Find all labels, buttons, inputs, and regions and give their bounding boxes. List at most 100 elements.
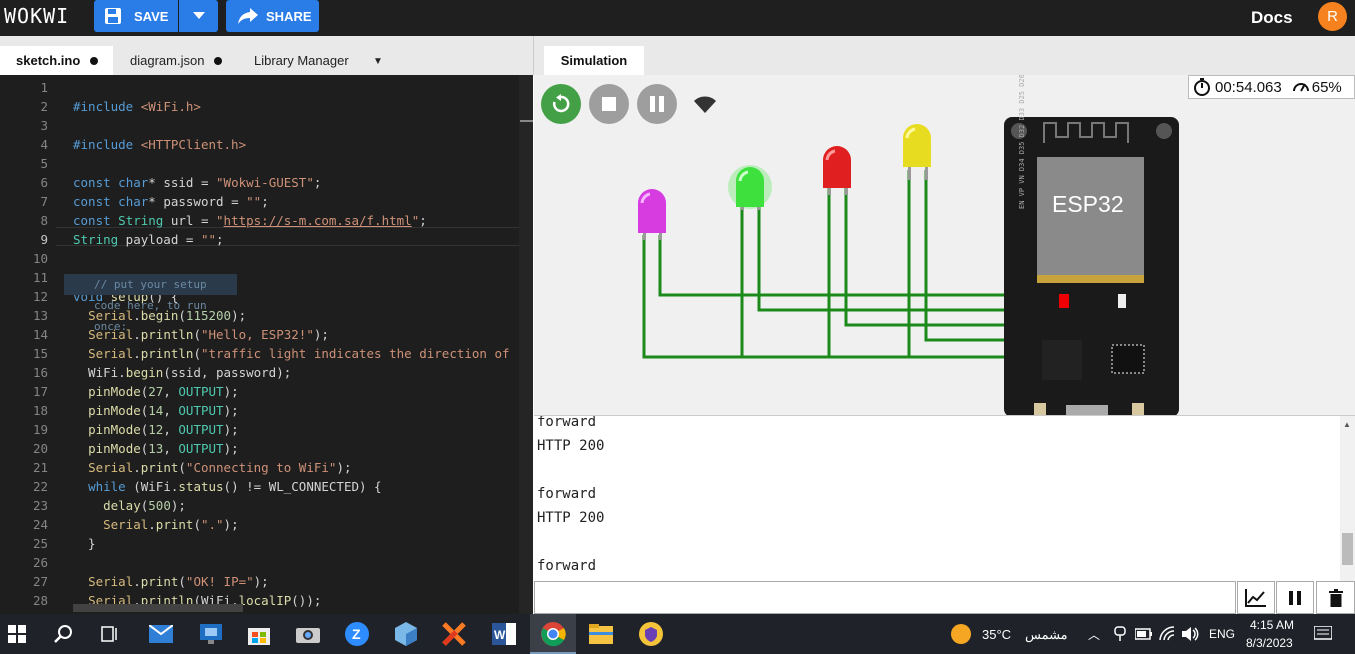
language-indicator[interactable]: ENG <box>1209 627 1235 641</box>
pause-icon <box>1289 590 1301 605</box>
tab-sketch-ino[interactable]: sketch.ino <box>0 46 113 75</box>
weather-temp[interactable]: 35°C <box>982 627 1011 642</box>
tab-diagram-json[interactable]: diagram.json <box>116 46 240 75</box>
code-line[interactable]: #include <WiFi.h> <box>73 97 201 116</box>
word-icon[interactable]: W <box>490 620 518 648</box>
store-icon[interactable] <box>245 620 273 648</box>
simulation-canvas[interactable]: 00:54.063 65% EN VP VN D34 D35 D32 D33 D… <box>534 75 1355 415</box>
clock-time[interactable]: 4:15 AM <box>1250 618 1294 632</box>
volume-icon[interactable] <box>1182 626 1200 642</box>
line-number: 21 <box>32 460 48 475</box>
code-line[interactable]: delay(500); <box>73 496 186 515</box>
xampp-icon[interactable] <box>440 620 468 648</box>
led-magenta[interactable] <box>638 189 666 240</box>
search-icon[interactable] <box>49 620 77 648</box>
unsaved-dot-icon <box>214 56 223 65</box>
led-yellow[interactable] <box>903 124 931 180</box>
serial-pause-button[interactable] <box>1276 581 1314 614</box>
plotter-button[interactable] <box>1237 581 1275 614</box>
scrollbar-thumb[interactable] <box>1342 533 1353 565</box>
code-line[interactable]: while (WiFi.status() != WL_CONNECTED) { <box>73 477 382 496</box>
line-number: 26 <box>32 555 48 570</box>
code-line[interactable]: pinMode(27, OUTPUT); <box>73 382 239 401</box>
line-number: 19 <box>32 422 48 437</box>
notification-icon[interactable] <box>1314 626 1332 642</box>
line-number: 17 <box>32 384 48 399</box>
line-number: 11 <box>32 270 48 285</box>
circuit-diagram: EN VP VN D34 D35 D32 D33 D25 D26 D27 D14… <box>638 75 1179 415</box>
line-number: 6 <box>40 175 48 190</box>
zoom-icon[interactable]: Z <box>343 620 371 648</box>
share-icon <box>238 8 258 24</box>
wires <box>642 170 1014 359</box>
battery-icon[interactable] <box>1135 628 1153 640</box>
code-line[interactable]: Serial.println("traffic light indicates … <box>73 344 525 363</box>
mail-icon[interactable] <box>147 620 175 648</box>
line-number: 12 <box>32 289 48 304</box>
scroll-up-icon[interactable]: ▲ <box>1343 420 1351 429</box>
line-number-gutter: 1 2 3 4 5 6 7 8 9 10 11 12 13 14 15 16 1… <box>0 75 56 614</box>
caret-down-icon[interactable]: ▼ <box>373 56 383 67</box>
tab-label: sketch.ino <box>16 53 81 68</box>
serial-line: forward <box>537 486 597 502</box>
serial-scrollbar[interactable]: ▲ <box>1340 416 1355 581</box>
wokwi-logo[interactable]: WOKWI <box>4 4 69 28</box>
weather-sun-icon[interactable] <box>951 624 971 644</box>
horizontal-scrollbar[interactable] <box>73 604 243 612</box>
line-number: 16 <box>32 365 48 380</box>
weather-text[interactable]: مشمس <box>1025 627 1068 643</box>
led-green[interactable] <box>728 165 772 210</box>
share-button[interactable]: SHARE <box>226 0 319 32</box>
tab-library-manager[interactable]: Library Manager <box>240 46 390 75</box>
chevron-down-icon <box>192 12 205 19</box>
code-line[interactable]: #include <HTTPClient.h> <box>73 135 246 154</box>
save-dropdown-button[interactable] <box>179 0 218 32</box>
line-number: 24 <box>32 517 48 532</box>
chevron-up-icon[interactable]: ︿ <box>1088 626 1100 643</box>
code-line[interactable]: Serial.print("Connecting to WiFi"); <box>73 458 351 477</box>
code-line[interactable]: WiFi.begin(ssid, password); <box>73 363 291 382</box>
camera-icon[interactable] <box>294 620 322 648</box>
code-line[interactable]: pinMode(12, OUTPUT); <box>73 420 239 439</box>
task-view-icon[interactable] <box>96 620 124 648</box>
meet-now-icon[interactable] <box>1113 626 1127 642</box>
code-line[interactable]: const char* ssid = "Wokwi-GUEST"; <box>73 173 321 192</box>
code-line[interactable]: Serial.print("OK! IP="); <box>73 572 269 591</box>
docs-link[interactable]: Docs <box>1251 8 1293 28</box>
clock-date[interactable]: 8/3/2023 <box>1246 636 1293 650</box>
code-line[interactable]: const char* password = ""; <box>73 192 269 211</box>
esp32-board[interactable]: EN VP VN D34 D35 D32 D33 D25 D26 D27 D14… <box>1004 75 1179 415</box>
save-label: SAVE <box>134 8 169 24</box>
serial-monitor[interactable]: forward HTTP 200 forward HTTP 200 forwar… <box>534 415 1355 581</box>
remote-desktop-icon[interactable] <box>197 620 225 648</box>
3d-box-icon[interactable] <box>392 620 420 648</box>
chrome-icon[interactable] <box>539 620 567 648</box>
wifi-signal-icon[interactable] <box>1159 626 1175 642</box>
scroll-position-marker <box>520 120 533 122</box>
code-hint-tooltip: // put your setup code here, to run once… <box>64 274 237 333</box>
line-number: 1 <box>40 80 48 95</box>
code-editor[interactable]: 1 2 3 4 5 6 7 8 9 10 11 12 13 14 15 16 1… <box>0 75 533 614</box>
code-line[interactable]: const String url = "https://s-m.com.sa/f… <box>73 211 427 230</box>
file-explorer-icon[interactable] <box>587 620 615 648</box>
line-number: 2 <box>40 99 48 114</box>
editor-scrollbar[interactable] <box>519 75 533 614</box>
code-line[interactable]: } <box>73 534 96 553</box>
trash-icon <box>1328 588 1343 607</box>
serial-line: HTTP 200 <box>537 510 605 526</box>
share-label: SHARE <box>266 8 312 24</box>
led-red[interactable] <box>823 146 851 195</box>
clear-serial-button[interactable] <box>1316 581 1355 614</box>
vpn-shield-icon[interactable] <box>637 620 665 648</box>
code-line[interactable]: pinMode(14, OUTPUT); <box>73 401 239 420</box>
avatar[interactable]: R <box>1318 2 1347 31</box>
code-line[interactable]: pinMode(13, OUTPUT); <box>73 439 239 458</box>
line-number: 28 <box>32 593 48 608</box>
serial-line: HTTP 200 <box>537 438 605 454</box>
tab-simulation[interactable]: Simulation <box>544 46 644 75</box>
serial-input[interactable] <box>534 581 1236 614</box>
windows-start-icon[interactable] <box>3 620 31 648</box>
code-line[interactable]: Serial.print("."); <box>73 515 239 534</box>
save-button[interactable]: SAVE <box>94 0 178 32</box>
code-line[interactable]: String payload = ""; <box>73 230 224 249</box>
